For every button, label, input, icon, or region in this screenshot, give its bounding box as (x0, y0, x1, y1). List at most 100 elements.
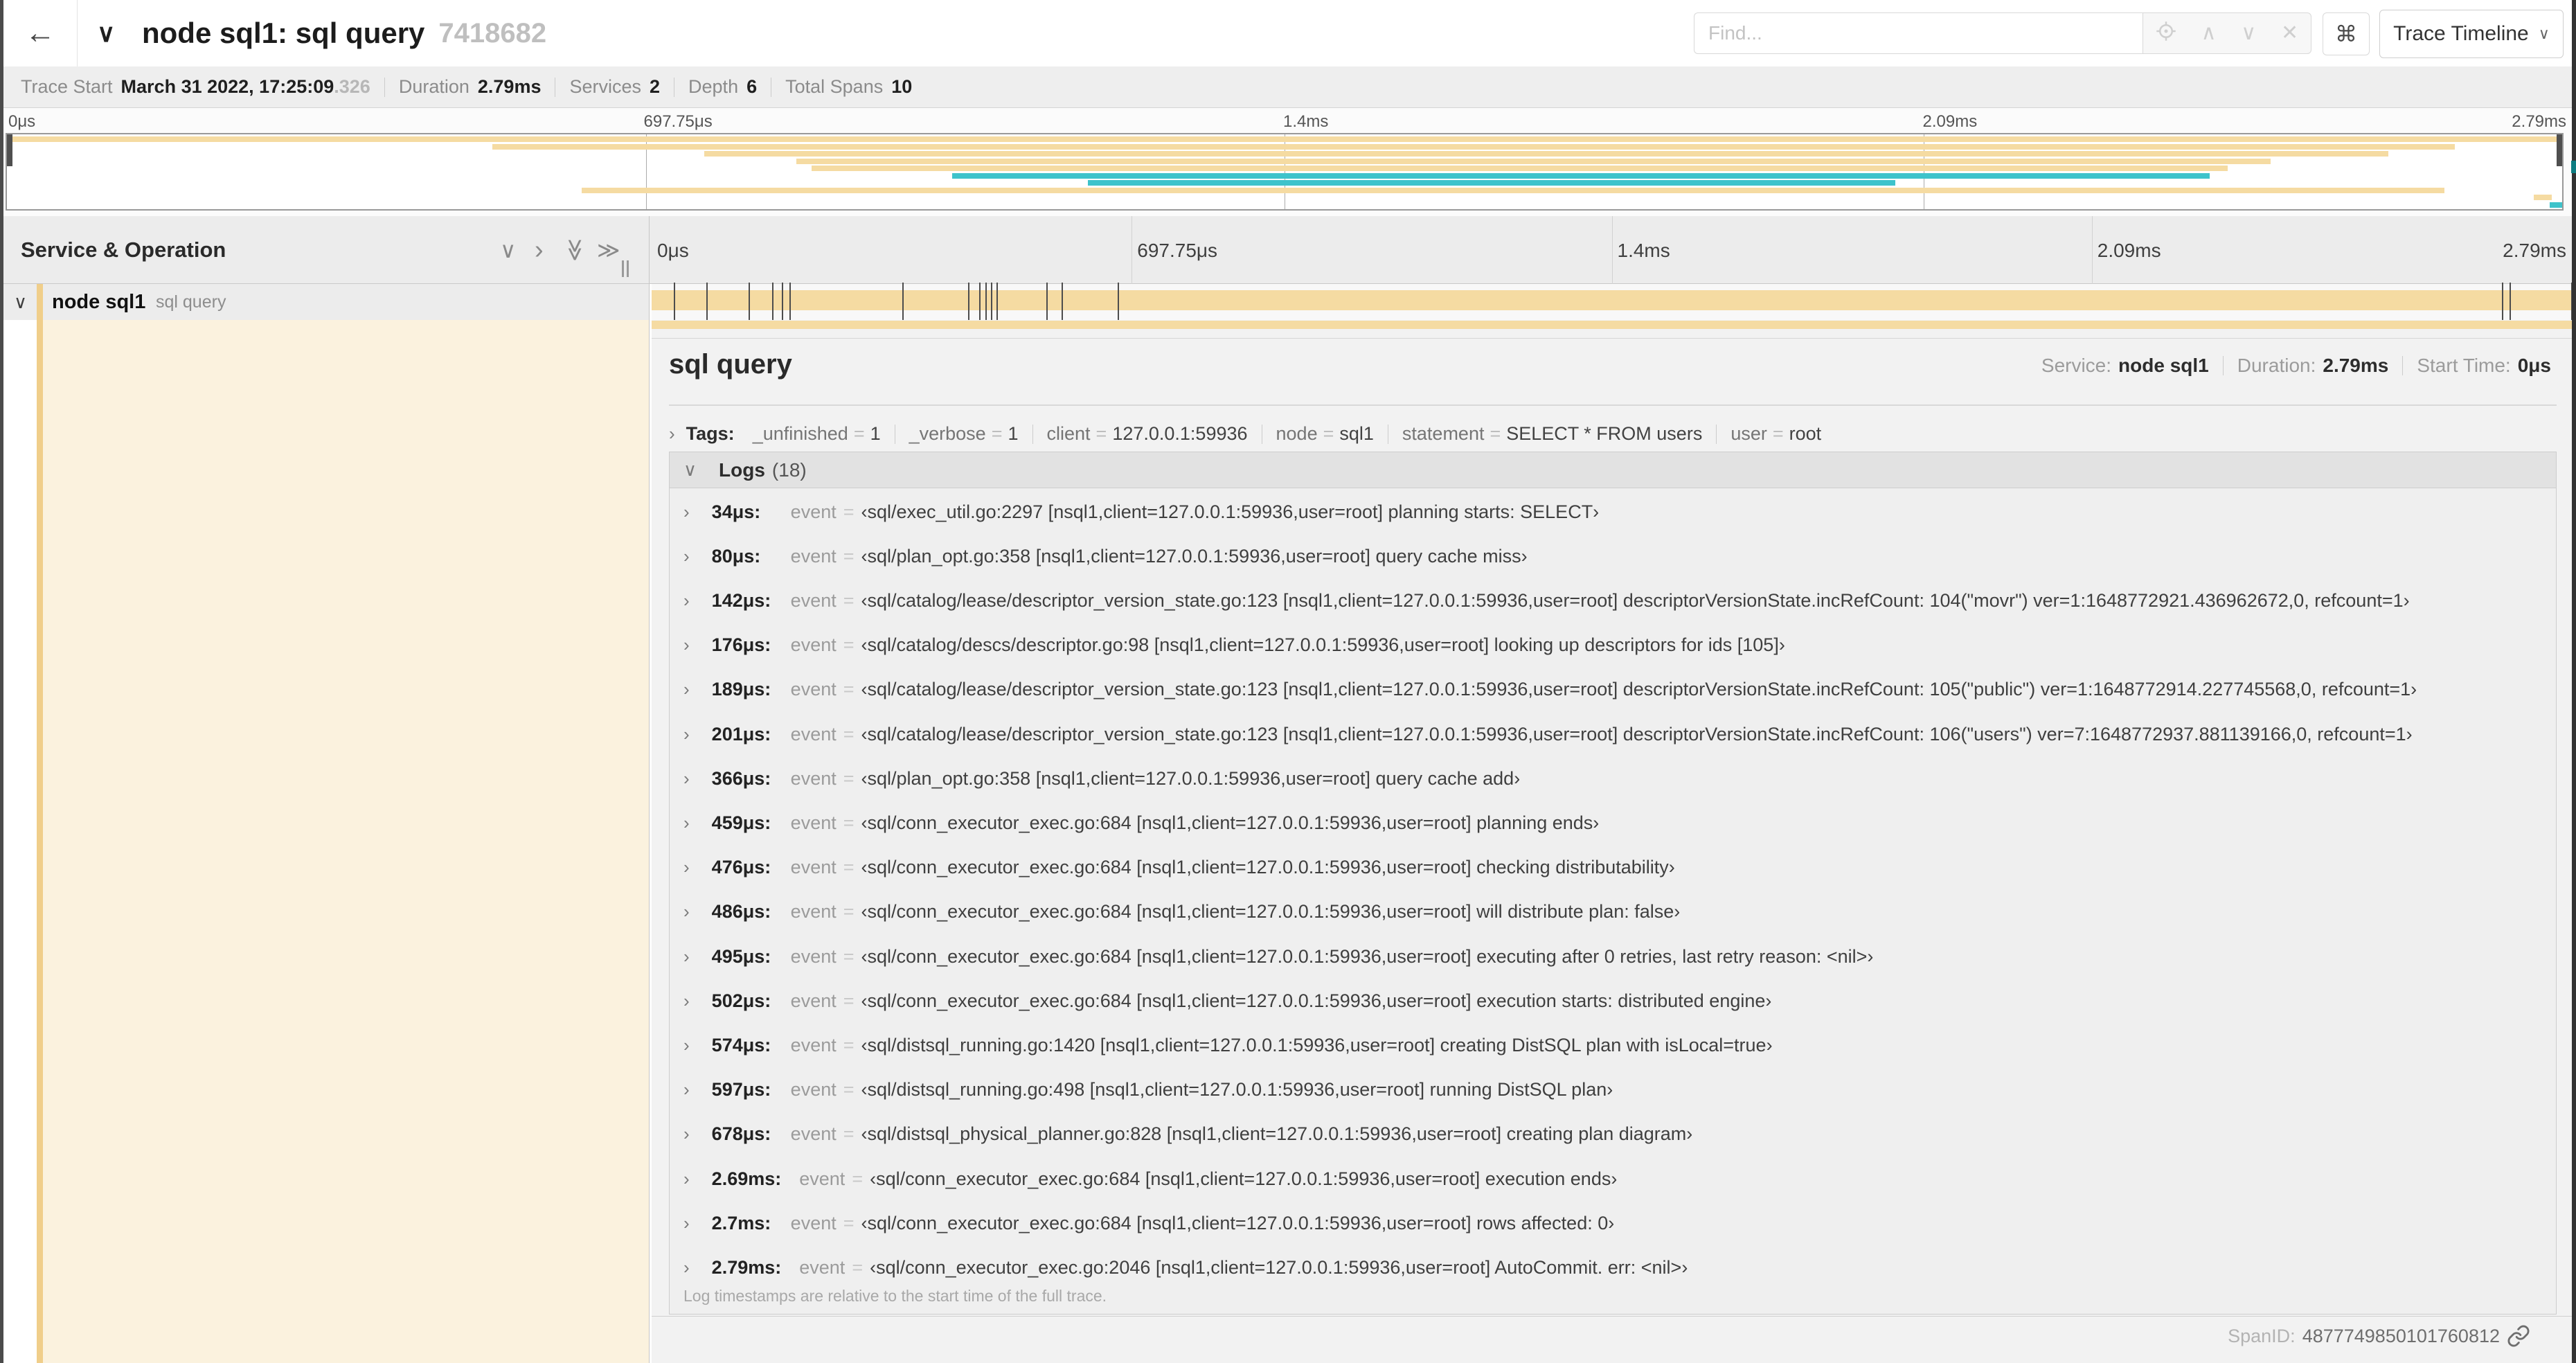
log-value: ‹sql/conn_executor_exec.go:2046 [nsql1,c… (870, 1256, 1688, 1278)
find-next-icon[interactable]: ∨ (2241, 23, 2256, 44)
log-row[interactable]: › 34μs: event = ‹sql/exec_util.go:2297 [nsql… (683, 498, 1599, 526)
log-row[interactable]: › 486μs: event = ‹sql/conn_executor_exec.go:… (683, 898, 1680, 926)
chevron-right-icon: › (683, 990, 690, 1011)
minimap-span-bar (2549, 202, 2562, 208)
minimap-span-bar (1087, 180, 1895, 186)
log-field-name: event (790, 1123, 837, 1145)
log-row[interactable]: › 2.7ms: event = ‹sql/conn_executor_exec.go:… (683, 1209, 1614, 1237)
log-row[interactable]: › 2.79ms: event = ‹sql/conn_executor_exec.go… (683, 1254, 1688, 1281)
log-row[interactable]: › 2.69ms: event = ‹sql/conn_executor_exec.go… (683, 1165, 1617, 1193)
minimap-tick-label: 2.79ms (2512, 112, 2566, 131)
logs-footer-note: Log timestamps are relative to the start… (683, 1287, 1107, 1305)
column-resizer-handle[interactable] (620, 260, 630, 278)
log-marker-tick (990, 283, 992, 320)
stat-label: Trace Start (21, 76, 113, 97)
log-row[interactable]: › 176μs: event = ‹sql/catalog/descs/descript… (683, 632, 1785, 659)
log-marker-tick (996, 283, 999, 320)
log-value: ‹sql/conn_executor_exec.go:684 [nsql1,cl… (861, 1212, 1615, 1233)
chevron-down-icon: ∨ (2538, 25, 2550, 42)
span-collapse-chevron-icon[interactable]: ∨ (14, 284, 27, 320)
log-equals: = (843, 1034, 855, 1055)
log-marker-tick (749, 283, 751, 320)
log-value: ‹sql/distsql_physical_planner.go:828 [ns… (861, 1123, 1693, 1145)
log-timestamp: 142μs: (711, 589, 771, 611)
view-options-dropdown[interactable]: Trace Timeline ∨ (2379, 10, 2564, 58)
span-row-timeline-cell[interactable] (652, 283, 2573, 320)
top-bar: ← ∨ node sql1: sql query 7418682 ∧ ∨ ✕ ⌘… (0, 0, 2576, 66)
log-row[interactable]: › 80μs: event = ‹sql/plan_opt.go:358 [nsql1,… (683, 542, 1528, 570)
log-value: ‹sql/distsql_running.go:498 [nsql1,clien… (861, 1079, 1613, 1101)
chevron-right-icon: › (683, 1212, 690, 1233)
log-row[interactable]: › 502μs: event = ‹sql/conn_executor_exec.go:… (683, 987, 1771, 1015)
collapse-one-icon[interactable]: ∨ (500, 216, 516, 284)
log-row[interactable]: › 189μs: event = ‹sql/catalog/lease/descript… (683, 676, 2417, 704)
tags-accordion[interactable]: › Tags: _unfinished = 1 _verbose = 1 client = 12… (669, 418, 2557, 449)
focus-target-icon[interactable] (2156, 21, 2176, 46)
span-meta-value: 2.79ms (2323, 355, 2389, 376)
log-row[interactable]: › 495μs: event = ‹sql/conn_executor_exec.go:… (683, 943, 1873, 970)
minimap-right-scrubber[interactable] (2557, 134, 2562, 166)
stat-value: March 31 2022, 17:25:09 (120, 76, 334, 97)
tag-equals: = (1772, 422, 1784, 444)
span-meta-value: node sql1 (2118, 355, 2209, 376)
stat-label: Total Spans (785, 76, 884, 97)
log-row[interactable]: › 201μs: event = ‹sql/catalog/lease/descript… (683, 720, 2413, 748)
tag-value: 1 (870, 422, 881, 444)
log-marker-tick (1117, 283, 1119, 320)
window-right-edge[interactable] (2572, 0, 2576, 1363)
panel-divider[interactable] (649, 216, 650, 1363)
log-row[interactable]: › 459μs: event = ‹sql/conn_executor_exec.go:… (683, 809, 1599, 837)
span-row-name-cell[interactable]: ∨ node sql1 sql query (3, 284, 649, 320)
log-value: ‹sql/catalog/lease/descriptor_version_st… (861, 589, 2410, 611)
log-timestamp: 80μs: (711, 545, 761, 567)
span-duration-bar[interactable] (652, 290, 2572, 310)
log-timestamp: 476μs: (711, 857, 771, 878)
tags-label: Tags: (686, 422, 735, 444)
log-row[interactable]: › 574μs: event = ‹sql/distsql_running.go:142… (683, 1031, 1773, 1059)
trace-collapse-chevron-icon[interactable]: ∨ (97, 0, 115, 66)
trace-id: 7418682 (438, 17, 547, 48)
chevron-right-icon: › (683, 767, 690, 789)
minimap-span-bar (582, 187, 2445, 193)
log-value: ‹sql/conn_executor_exec.go:684 [nsql1,cl… (861, 901, 1681, 923)
ruler-tick-label: 0μs (657, 240, 689, 261)
deep-link-icon[interactable] (2507, 1324, 2530, 1348)
minimap-span-bar (492, 143, 2455, 150)
log-equals: = (843, 945, 855, 967)
minimap-canvas[interactable] (6, 133, 2564, 211)
find-controls: ∧ ∨ ✕ (2143, 12, 2311, 54)
tag-divider (1032, 425, 1033, 445)
chevron-down-icon: ∨ (683, 459, 697, 480)
log-row[interactable]: › 142μs: event = ‹sql/catalog/lease/descript… (683, 587, 2410, 614)
minimap-left-scrubber[interactable] (7, 134, 12, 166)
log-row[interactable]: › 678μs: event = ‹sql/distsql_physical_plann… (683, 1121, 1692, 1148)
keyboard-shortcuts-button[interactable]: ⌘ (2323, 12, 2370, 55)
find-clear-icon[interactable]: ✕ (2281, 23, 2298, 44)
trace-title-text: node sql1: sql query (142, 17, 425, 49)
log-marker-tick (1046, 283, 1048, 320)
expand-all-icon[interactable]: ≫ (597, 216, 620, 284)
log-timestamp: 189μs: (711, 679, 771, 700)
expand-one-icon[interactable]: › (535, 216, 544, 284)
chevron-right-icon: › (683, 1256, 690, 1278)
command-icon: ⌘ (2335, 21, 2357, 46)
logs-header[interactable]: ∨ Logs (18) (670, 452, 2556, 488)
log-timestamp: 486μs: (711, 901, 771, 923)
log-field-name: event (790, 1212, 837, 1233)
find-input[interactable] (1694, 12, 2143, 54)
log-row[interactable]: › 476μs: event = ‹sql/conn_executor_exec.go:… (683, 854, 1675, 882)
chevron-right-icon: › (683, 679, 690, 700)
collapse-all-icon[interactable]: ≫ (563, 216, 588, 284)
log-timestamp: 2.79ms: (711, 1256, 782, 1278)
detail-span-bar[interactable] (652, 321, 2572, 329)
log-row[interactable]: › 597μs: event = ‹sql/distsql_running.go:498… (683, 1076, 1613, 1104)
chevron-right-icon: › (683, 945, 690, 967)
log-marker-tick (781, 283, 783, 320)
back-button[interactable]: ← (3, 0, 78, 66)
log-row[interactable]: › 366μs: event = ‹sql/plan_opt.go:358 [nsql1… (683, 765, 1520, 792)
log-timestamp: 459μs: (711, 812, 771, 833)
minimap-span-bar (2534, 195, 2552, 200)
find-prev-icon[interactable]: ∧ (2201, 23, 2217, 44)
span-id-value: 4877749850101760812 (2302, 1325, 2500, 1346)
tag-equals: = (1490, 422, 1501, 444)
